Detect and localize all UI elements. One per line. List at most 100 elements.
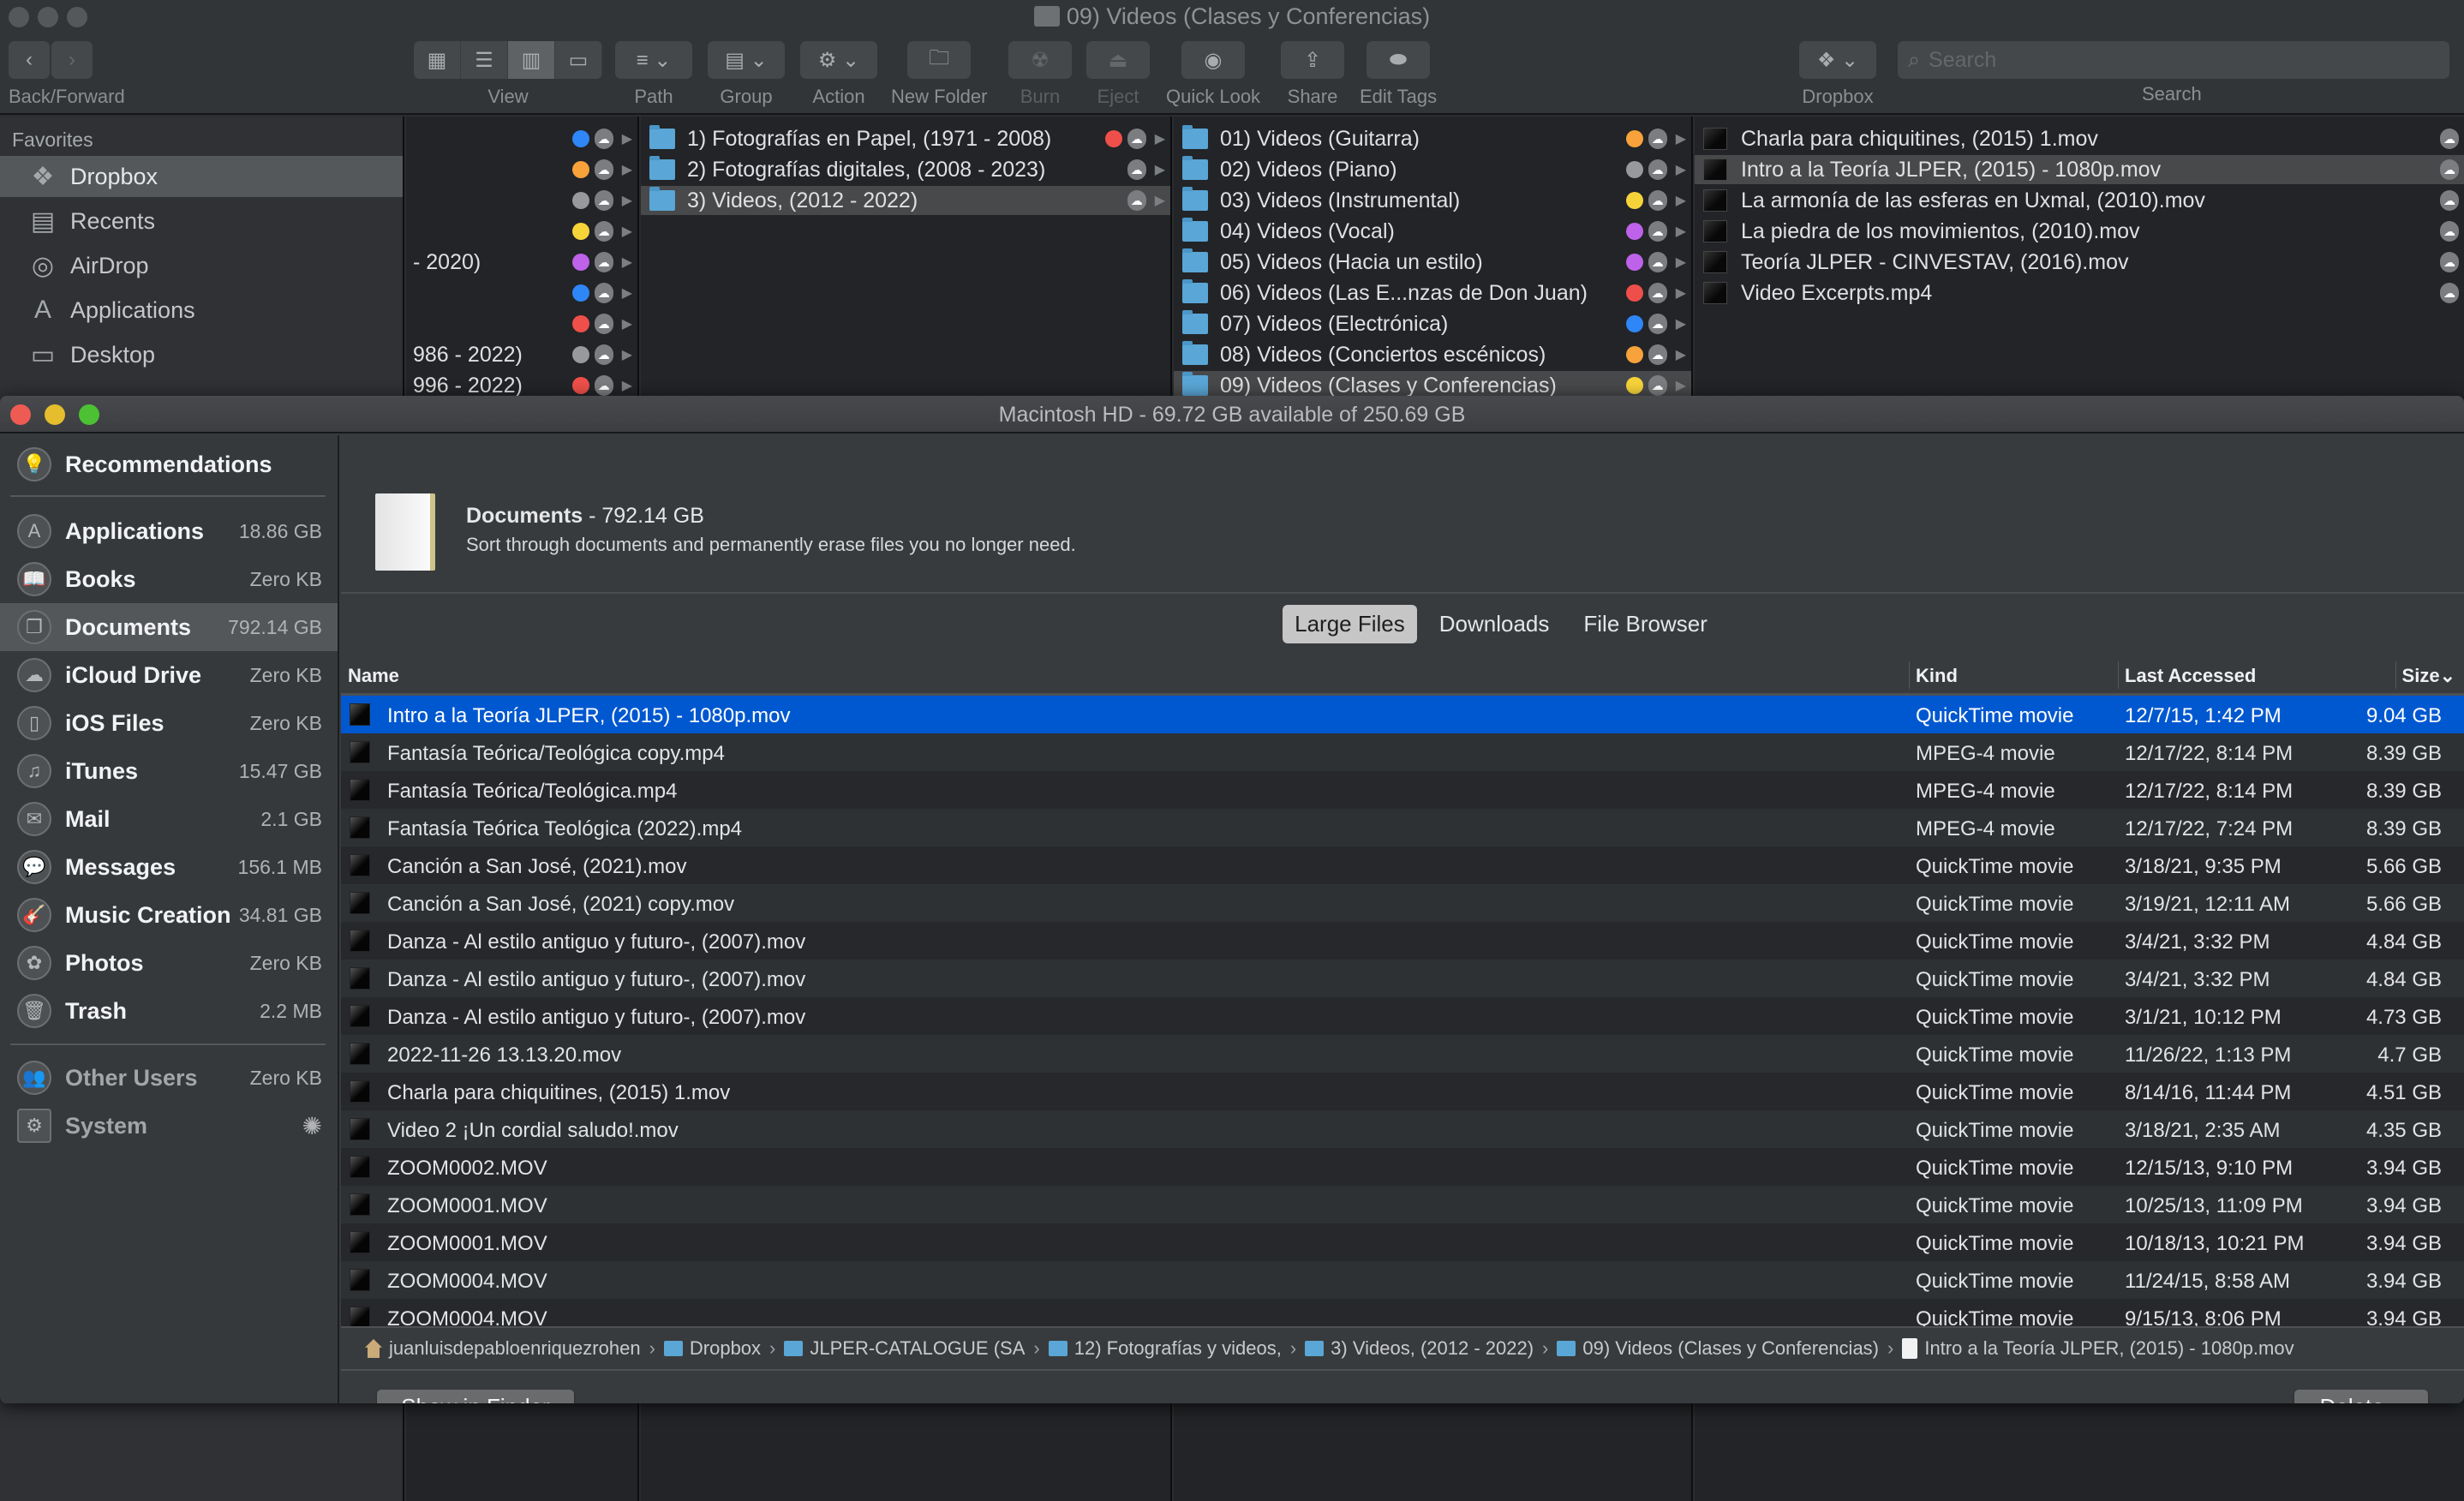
path-component[interactable]: JLPER-CATALOGUE (SA <box>784 1337 1025 1360</box>
table-row[interactable]: Video 2 ¡Un cordial saludo!.mov QuickTime… <box>341 1110 2464 1148</box>
sidebar-item-trash[interactable]: 🗑 Trash 2.2 MB <box>0 987 338 1035</box>
table-row[interactable]: Intro a la Teoría JLPER, (2015) - 1080p.… <box>341 696 2464 733</box>
table-row[interactable]: Danza - Al estilo antiguo y futuro-, (20… <box>341 922 2464 960</box>
file-row[interactable]: Video Excerpts.mp4 ☁ <box>1695 278 2464 308</box>
sidebar-item-other-users[interactable]: 👥 Other Users Zero KB <box>0 1054 338 1102</box>
table-row[interactable]: Fantasía Teórica Teológica (2022).mp4 MPE… <box>341 809 2464 846</box>
tab-downloads[interactable]: Downloads <box>1427 605 1562 643</box>
file-row[interactable]: Teoría JLPER - CINVESTAV, (2016).mov ☁ <box>1695 248 2464 277</box>
folder-row[interactable]: 1) Fotografías en Papel, (1971 - 2008) ☁ ▶ <box>641 124 1170 153</box>
path-component[interactable]: Intro a la Teoría JLPER, (2015) - 1080p.… <box>1902 1337 2294 1360</box>
item-label: 02) Videos (Piano) <box>1220 157 1397 182</box>
eject-button[interactable]: ⏏ <box>1086 41 1150 79</box>
sidebar-item-dropbox[interactable]: ❖ Dropbox <box>0 156 403 197</box>
cloud-sync-icon: ☁ <box>1648 159 1667 180</box>
table-row[interactable]: ZOOM0002.MOV QuickTime movie 12/15/13, 9:1… <box>341 1148 2464 1186</box>
folder-row[interactable]: ☁ ▶ <box>406 278 637 308</box>
file-row[interactable]: Charla para chiquitines, (2015) 1.mov ☁ <box>1695 124 2464 153</box>
share-button[interactable]: ⇪ <box>1281 41 1344 79</box>
back-button[interactable]: ‹ <box>9 41 50 79</box>
delete-button[interactable]: Delete... <box>2294 1390 2428 1403</box>
tab-large-files[interactable]: Large Files <box>1283 605 1417 643</box>
folder-row[interactable]: 02) Videos (Piano) ☁ ▶ <box>1174 155 1691 184</box>
file-row[interactable]: La piedra de los movimientos, (2010).mov… <box>1695 217 2464 246</box>
folder-row[interactable]: 986 - 2022) ☁ ▶ <box>406 340 637 369</box>
sidebar-item-system[interactable]: ⚙ System ✺ <box>0 1102 338 1150</box>
table-row[interactable]: Danza - Al estilo antiguo y futuro-, (20… <box>341 997 2464 1035</box>
path-component[interactable]: 12) Fotografías y videos, <box>1048 1337 1282 1360</box>
list-view-button[interactable]: ☰ <box>461 41 508 79</box>
path-component[interactable]: 09) Videos (Clases y Conferencias) <box>1557 1337 1879 1360</box>
sidebar-item-applications[interactable]: A Applications <box>0 290 403 331</box>
sidebar-item-airdrop[interactable]: ◎ AirDrop <box>0 245 403 286</box>
sidebar-item-documents[interactable]: ❐ Documents 792.14 GB <box>0 603 338 651</box>
table-row[interactable]: Fantasía Teórica/Teológica copy.mp4 MPEG-… <box>341 733 2464 771</box>
show-in-finder-button[interactable]: Show in Finder <box>377 1390 574 1403</box>
file-row[interactable]: La armonía de las esferas en Uxmal, (201… <box>1695 186 2464 215</box>
search-input[interactable] <box>1929 47 2409 73</box>
folder-row[interactable]: ☁ ▶ <box>406 309 637 338</box>
icon-view-button[interactable]: ▦ <box>414 41 461 79</box>
gallery-view-button[interactable]: ▭ <box>555 41 602 79</box>
path-component[interactable]: Dropbox <box>663 1337 761 1360</box>
table-row[interactable]: ZOOM0001.MOV QuickTime movie 10/25/13, 11:… <box>341 1186 2464 1223</box>
column-header-name[interactable]: Name <box>348 665 399 687</box>
folder-row[interactable]: 08) Videos (Conciertos escénicos) ☁ ▶ <box>1174 340 1691 369</box>
column-header-size[interactable]: Size⌄ <box>2395 661 2455 689</box>
tab-file-browser[interactable]: File Browser <box>1571 605 1719 643</box>
share-icon: ⇪ <box>1303 48 1322 72</box>
folder-row[interactable]: ☁ ▶ <box>406 124 637 153</box>
sidebar-item-mail[interactable]: ✉ Mail 2.1 GB <box>0 795 338 843</box>
column-header-last-accessed[interactable]: Last Accessed <box>2117 661 2256 689</box>
burn-button[interactable]: ☢ <box>1008 41 1072 79</box>
action-button[interactable]: ⚙ ⌄ <box>800 41 877 79</box>
sidebar-item-desktop[interactable]: ▭ Desktop <box>0 334 403 375</box>
folder-row[interactable]: 2) Fotografías digitales, (2008 - 2023) ☁… <box>641 155 1170 184</box>
folder-row[interactable]: 3) Videos, (2012 - 2022) ☁ ▶ <box>641 186 1170 215</box>
table-row[interactable]: Canción a San José, (2021) copy.mov Quick… <box>341 884 2464 922</box>
path-component[interactable]: 3) Videos, (2012 - 2022) <box>1305 1337 1534 1360</box>
quick-look-button[interactable]: ◉ <box>1181 41 1246 79</box>
folder-row[interactable]: 06) Videos (Las E...nzas de Don Juan) ☁ ▶ <box>1174 278 1691 308</box>
edit-tags-button[interactable]: ⬬ <box>1367 41 1431 79</box>
folder-row[interactable]: - 2020) ☁ ▶ <box>406 248 637 277</box>
sidebar-item-applications[interactable]: A Applications 18.86 GB <box>0 507 338 555</box>
column-view-button[interactable]: ▥ <box>508 41 555 79</box>
video-thumbnail-icon <box>350 816 370 839</box>
sidebar-item-recommendations[interactable]: 💡 Recommendations <box>0 440 338 488</box>
file-row[interactable]: Intro a la Teoría JLPER, (2015) - 1080p.… <box>1695 155 2464 184</box>
forward-button[interactable]: › <box>51 41 93 79</box>
path-button[interactable]: ≡ ⌄ <box>615 41 692 79</box>
table-row[interactable]: 2022-11-26 13.13.20.mov QuickTime movie 11… <box>341 1035 2464 1073</box>
folder-row[interactable]: ☁ ▶ <box>406 186 637 215</box>
sidebar-item-books[interactable]: 📖 Books Zero KB <box>0 555 338 603</box>
table-row[interactable]: ZOOM0004.MOV QuickTime movie 9/15/13, 8:06… <box>341 1299 2464 1326</box>
sidebar-item-music-creation[interactable]: 🎸 Music Creation 34.81 GB <box>0 891 338 939</box>
folder-row[interactable]: 03) Videos (Instrumental) ☁ ▶ <box>1174 186 1691 215</box>
table-row[interactable]: Fantasía Teórica/Teológica.mp4 MPEG-4 mov… <box>341 771 2464 809</box>
table-row[interactable]: Canción a San José, (2021).mov QuickTime … <box>341 846 2464 884</box>
sidebar-item-ios-files[interactable]: ▯ iOS Files Zero KB <box>0 699 338 747</box>
new-folder-button[interactable]: 🗀 <box>907 41 972 79</box>
table-row[interactable]: Danza - Al estilo antiguo y futuro-, (20… <box>341 960 2464 997</box>
folder-row[interactable]: 04) Videos (Vocal) ☁ ▶ <box>1174 217 1691 246</box>
dropbox-button[interactable]: ❖ ⌄ <box>1799 41 1876 79</box>
sidebar-item-messages[interactable]: 💬 Messages 156.1 MB <box>0 843 338 891</box>
sidebar-item-photos[interactable]: ✿ Photos Zero KB <box>0 939 338 987</box>
sidebar-item-itunes[interactable]: ♫ iTunes 15.47 GB <box>0 747 338 795</box>
group-button[interactable]: ▤ ⌄ <box>708 41 785 79</box>
table-row[interactable]: Charla para chiquitines, (2015) 1.mov Qui… <box>341 1073 2464 1110</box>
sidebar-item-recents[interactable]: ▤ Recents <box>0 200 403 242</box>
folder-row[interactable]: ☁ ▶ <box>406 217 637 246</box>
folder-row[interactable]: ☁ ▶ <box>406 155 637 184</box>
path-component[interactable]: juanluisdepabloenriquezrohen <box>365 1337 641 1360</box>
item-label: 06) Videos (Las E...nzas de Don Juan) <box>1220 280 1588 305</box>
column-header-kind[interactable]: Kind <box>1909 661 1958 689</box>
folder-row[interactable]: 07) Videos (Electrónica) ☁ ▶ <box>1174 309 1691 338</box>
table-row[interactable]: ZOOM0004.MOV QuickTime movie 11/24/15, 8:5… <box>341 1261 2464 1299</box>
folder-row[interactable]: 01) Videos (Guitarra) ☁ ▶ <box>1174 124 1691 153</box>
sidebar-item-icloud-drive[interactable]: ☁ iCloud Drive Zero KB <box>0 651 338 699</box>
search-field[interactable]: ⌕ <box>1898 41 2449 79</box>
folder-row[interactable]: 05) Videos (Hacia un estilo) ☁ ▶ <box>1174 248 1691 277</box>
table-row[interactable]: ZOOM0001.MOV QuickTime movie 10/18/13, 10:… <box>341 1223 2464 1261</box>
